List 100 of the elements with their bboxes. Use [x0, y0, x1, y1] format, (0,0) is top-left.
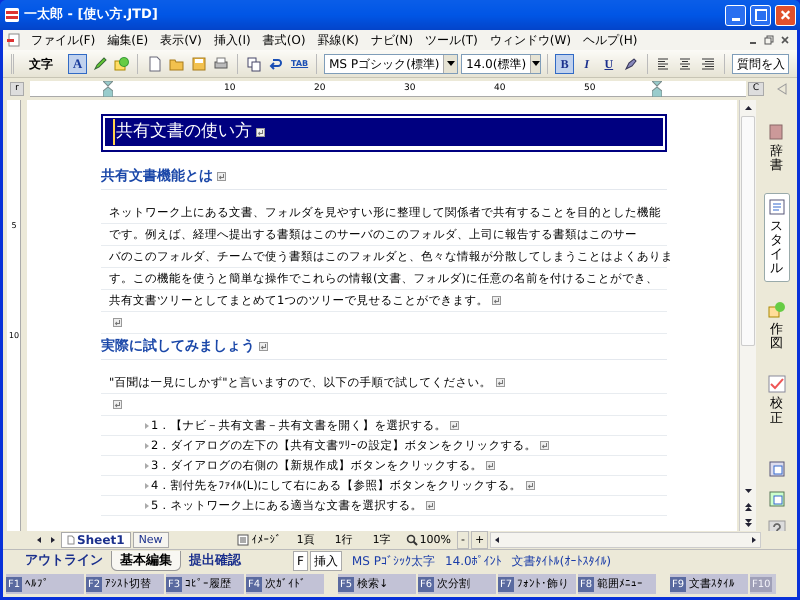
- dropdown-value: 14.0(標準): [465, 56, 528, 72]
- question-field[interactable]: 質問を入: [732, 54, 789, 74]
- function-key[interactable]: F1 ﾍﾙﾌﾟ: [6, 574, 84, 594]
- list-item: 3．ダイアログの右側の【新規作成】ボタンをクリックする。: [151, 456, 482, 474]
- window-title: 一太郎 - [使い方.JTD]: [24, 6, 159, 24]
- cursor-position: 1頁: [296, 532, 316, 548]
- shapes-icon: [768, 300, 786, 319]
- function-key[interactable]: F5 検索↓: [338, 574, 416, 594]
- document-icon: [7, 33, 21, 47]
- scrollbar-thumb[interactable]: [741, 116, 755, 346]
- menu-item[interactable]: 編集(E): [101, 31, 154, 49]
- highlighter-icon: [622, 56, 639, 72]
- menu-item[interactable]: ヘルプ(H): [577, 31, 644, 49]
- function-mode-indicator: F: [293, 550, 308, 570]
- function-key[interactable]: F6 次分割: [418, 574, 496, 594]
- list-item: 4．割付先をﾌｧｲﾙ(L)にして右にある【参照】ボタンをクリックする。: [151, 476, 522, 494]
- menu-item[interactable]: 挿入(I): [208, 31, 257, 49]
- return-mark-icon: [259, 342, 268, 351]
- return-mark-icon: [450, 421, 460, 430]
- image-view-button[interactable]: ｲﾒｰｼﾞ: [232, 532, 286, 548]
- sidebar-tab[interactable]: 校正: [764, 370, 790, 431]
- mode-tab[interactable]: 基本編集: [111, 550, 181, 570]
- font-dropdown[interactable]: MS Pゴシック(標準): [324, 54, 458, 74]
- sidebar-tab[interactable]: スタイル: [764, 192, 790, 282]
- bold-button[interactable]: B: [555, 54, 574, 74]
- underline-button[interactable]: U: [599, 54, 618, 74]
- maximize-button[interactable]: [750, 4, 771, 26]
- sheet-tab[interactable]: Sheet1: [61, 532, 131, 548]
- menu-item[interactable]: ツール(T): [419, 31, 484, 49]
- panel-button[interactable]: [766, 458, 786, 479]
- minimize-icon: [750, 42, 756, 44]
- status-style: 文書ﾀｲﾄﾙ(ｵｰﾄｽﾀｲﾙ): [512, 552, 612, 570]
- close-button[interactable]: [775, 4, 796, 26]
- list-item: 2．ダイアログの左下の【共有文書ﾂﾘｰの設定】ボタンをクリックする。: [151, 436, 536, 454]
- collapse-arrow-icon: [776, 83, 788, 95]
- checkmark-icon: [768, 375, 786, 394]
- sheet-tab[interactable]: New: [132, 532, 169, 548]
- view-icon: [236, 534, 249, 546]
- zoom-out-button[interactable]: -: [457, 530, 469, 550]
- function-key[interactable]: F7 ﾌｫﾝﾄ･飾り: [498, 574, 576, 594]
- paragraph-line: 共有文書ツリーとしてまとめて1つのツリーで見せることができます。: [109, 292, 488, 309]
- section-heading: 実際に試してみましょう: [101, 337, 255, 356]
- list-marker-icon: [145, 442, 149, 448]
- menu-item[interactable]: ナビ(N): [364, 31, 420, 49]
- return-mark-icon: [256, 128, 265, 136]
- dropdown-arrow-icon: [446, 61, 455, 66]
- list-marker-icon: [145, 482, 149, 488]
- function-key[interactable]: F3 ｺﾋﾟｰ履歴: [166, 574, 244, 594]
- insert-mode-indicator: 挿入: [310, 550, 342, 570]
- sidebar-tab[interactable]: 辞書: [764, 118, 790, 179]
- menu-item[interactable]: 罫線(K): [312, 31, 365, 49]
- italic-button[interactable]: I: [577, 54, 596, 74]
- paragraph-line: す。この機能を使うと簡単な操作でこれらの情報(文書、フォルダ)に任意の名前を付けることができ、: [109, 270, 658, 287]
- function-key[interactable]: F4 次ｶﾞｲﾄﾞ: [246, 574, 324, 594]
- return-mark-icon: [113, 400, 122, 409]
- dropdown-value: MS Pゴシック(標準): [328, 56, 440, 72]
- vertical-scrollbar[interactable]: [739, 100, 756, 531]
- paragraph-line: "百聞は一見にしかず"と言いますので、以下の手順で試してください。: [109, 374, 492, 391]
- zoom-in-button[interactable]: +: [471, 530, 488, 550]
- ruler-corner: r: [10, 82, 24, 96]
- shapes-icon: [114, 56, 130, 72]
- align-right-icon: [700, 56, 716, 72]
- paragraph-line: です。例えば、経理へ提出する書類はこのサーバのこのフォルダ、上司に報告する書類はこのサー: [109, 226, 637, 243]
- sidebar-tab[interactable]: 作図: [764, 296, 790, 356]
- menu-item[interactable]: 表示(V): [154, 31, 208, 49]
- maximize-icon: [754, 9, 766, 21]
- menu-item[interactable]: ファイル(F): [25, 31, 102, 49]
- panel-icon: [768, 490, 786, 508]
- ruler-number: 30: [404, 82, 416, 95]
- page-icon: [67, 535, 75, 545]
- cursor-position: 1字: [372, 532, 392, 548]
- mode-tab[interactable]: 提出確認: [181, 550, 249, 570]
- return-mark-icon: [496, 378, 505, 387]
- text-mode-button[interactable]: A: [68, 54, 88, 74]
- ruler-number: 50: [584, 82, 596, 95]
- ruler-number: 20: [314, 82, 326, 95]
- paragraph-line: バのこのフォルダ、チームで使う書類はこのフォルダと、色々な情報が分散してしまうことはよくありま: [109, 248, 673, 265]
- menu-item[interactable]: 書式(O): [256, 31, 312, 49]
- function-key[interactable]: F8 範囲ﾒﾆｭｰ: [578, 574, 656, 594]
- function-key[interactable]: F2 ｱｼｽﾄ切替: [86, 574, 164, 594]
- style-list-icon: [768, 198, 786, 216]
- pencil-icon: [92, 56, 108, 72]
- list-item: 1．【ナビ－共有文書－共有文書を開く】を選択する。: [151, 416, 446, 434]
- zoom-button[interactable]: 100%: [402, 532, 456, 548]
- ruler-number: 10: [8, 330, 20, 342]
- panel-button[interactable]: [766, 488, 786, 509]
- horizontal-scrollbar[interactable]: [490, 532, 761, 548]
- return-mark-icon: [113, 318, 122, 327]
- new-document-icon: [146, 56, 163, 72]
- menu-item[interactable]: ウィンドウ(W): [484, 31, 578, 49]
- list-item: 5．ネットワーク上にある適当な文書を選択する。: [151, 496, 422, 514]
- function-key[interactable]: F9 文書ｽﾀｲﾙ: [670, 574, 748, 594]
- tab-button[interactable]: TAB: [288, 58, 310, 70]
- return-mark-icon: [217, 172, 226, 181]
- ruler-number: 10: [224, 82, 236, 95]
- list-marker-icon: [145, 462, 149, 468]
- size-dropdown[interactable]: 14.0(標準): [461, 54, 542, 74]
- mode-tab[interactable]: アウトライン: [17, 550, 111, 570]
- panel-icon: [768, 460, 786, 478]
- minimize-button[interactable]: [725, 4, 746, 26]
